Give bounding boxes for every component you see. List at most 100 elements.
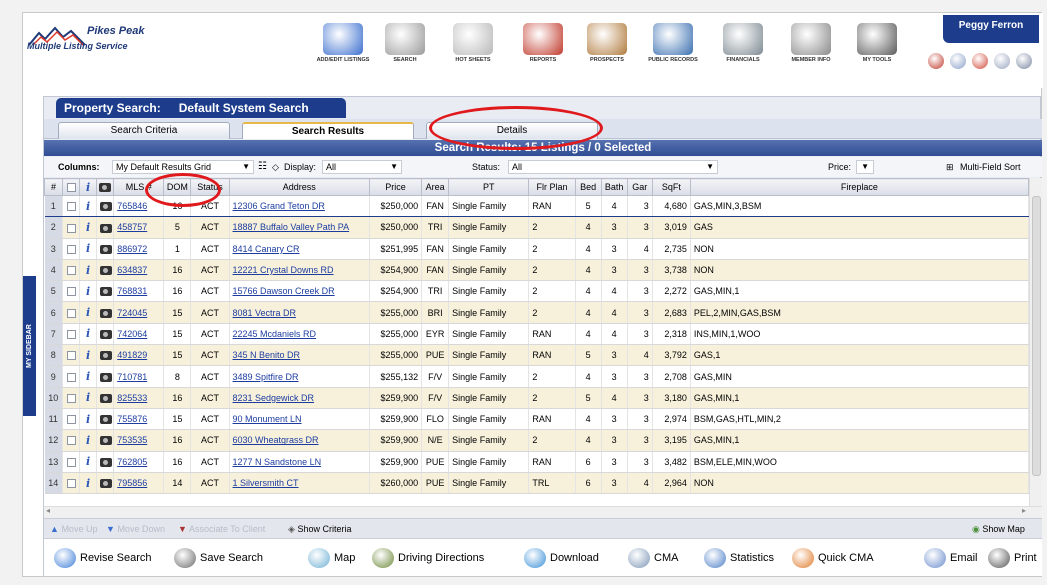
address-link[interactable]: 22245 Mcdaniels RD bbox=[233, 329, 317, 339]
mls-number-link[interactable]: 710781 bbox=[117, 372, 147, 382]
address-link[interactable]: 8231 Sedgewick DR bbox=[233, 393, 315, 403]
row-checkbox[interactable] bbox=[66, 415, 76, 425]
column-header[interactable] bbox=[96, 178, 115, 196]
row-checkbox[interactable] bbox=[66, 329, 76, 339]
address-link[interactable]: 345 N Benito DR bbox=[233, 350, 301, 360]
info-icon[interactable]: i bbox=[83, 328, 93, 339]
camera-icon[interactable] bbox=[100, 479, 113, 489]
row-checkbox[interactable] bbox=[66, 372, 76, 382]
row-checkbox[interactable] bbox=[66, 351, 76, 361]
mls-number-link[interactable]: 886972 bbox=[117, 244, 147, 254]
mls-number-link[interactable]: 765846 bbox=[117, 201, 147, 211]
mls-number-link[interactable]: 458757 bbox=[117, 222, 147, 232]
address-link[interactable]: 8081 Vectra DR bbox=[233, 308, 297, 318]
mls-number-link-cell[interactable]: 762805 bbox=[113, 451, 165, 473]
columns-select[interactable]: My Default Results Grid ▼ bbox=[112, 160, 254, 174]
mls-number-link-cell[interactable]: 458757 bbox=[113, 216, 165, 239]
mls-number-link[interactable]: 768831 bbox=[117, 286, 147, 296]
select-all-checkbox[interactable] bbox=[66, 183, 76, 193]
camera-icon[interactable] bbox=[100, 372, 113, 382]
camera-icon[interactable] bbox=[100, 244, 113, 254]
mls-number-link-cell[interactable]: 768831 bbox=[113, 280, 165, 303]
address-link[interactable]: 1277 N Sandstone LN bbox=[233, 457, 322, 467]
address-link[interactable]: 1 Silversmith CT bbox=[233, 478, 299, 488]
mls-number-link[interactable]: 724045 bbox=[117, 308, 147, 318]
address-link-cell[interactable]: 90 Monument LN bbox=[229, 408, 370, 431]
row-checkbox[interactable] bbox=[66, 266, 76, 276]
menu-icon[interactable] bbox=[1016, 53, 1032, 69]
show-map-button[interactable]: ◉ Show Map bbox=[972, 519, 1025, 539]
nav-button-4[interactable]: PROSPECTS bbox=[577, 23, 637, 63]
statistics-button[interactable]: Statistics bbox=[704, 539, 774, 577]
mls-number-link[interactable]: 753535 bbox=[117, 435, 147, 445]
address-link[interactable]: 90 Monument LN bbox=[233, 414, 302, 424]
money-icon[interactable] bbox=[928, 53, 944, 69]
show-criteria-button[interactable]: ◈ Show Criteria bbox=[288, 519, 351, 539]
table-row[interactable]: 8 i 491829 15 ACT 345 N Benito DR $255,000 PUE S… bbox=[44, 344, 1030, 367]
camera-icon[interactable] bbox=[100, 329, 113, 339]
table-row[interactable]: 2 i 458757 5 ACT 18887 Buffalo Valley Path PA… bbox=[44, 216, 1030, 239]
mls-number-link-cell[interactable]: 724045 bbox=[113, 301, 165, 324]
mls-number-link-cell[interactable]: 634837 bbox=[113, 259, 165, 282]
address-link-cell[interactable]: 3489 Spitfire DR bbox=[229, 365, 370, 388]
download-button[interactable]: Download bbox=[524, 539, 599, 577]
email-button[interactable]: Email bbox=[924, 539, 978, 577]
address-link-cell[interactable]: 18887 Buffalo Valley Path PA bbox=[229, 216, 370, 239]
table-row[interactable]: 4 i 634837 16 ACT 12221 Crystal Downs RD $254,… bbox=[44, 259, 1030, 282]
column-header[interactable]: Gar bbox=[626, 178, 653, 196]
move-down-button[interactable]: ▼ Move Down bbox=[106, 519, 165, 539]
row-checkbox[interactable] bbox=[66, 457, 76, 467]
nav-button-1[interactable]: SEARCH bbox=[375, 23, 435, 63]
info-icon[interactable]: i bbox=[83, 265, 93, 276]
nav-button-2[interactable]: HOT SHEETS bbox=[443, 23, 503, 63]
nav-button-7[interactable]: MEMBER INFO bbox=[781, 23, 841, 63]
envelope-icon[interactable] bbox=[950, 53, 966, 69]
table-row[interactable]: 10 i 825533 16 ACT 8231 Sedgewick DR $259,900 F… bbox=[44, 387, 1030, 409]
multi-sort-plus-icon[interactable]: ⊞ bbox=[946, 157, 954, 177]
column-header[interactable]: # bbox=[44, 178, 64, 196]
mls-number-link[interactable]: 825533 bbox=[117, 393, 147, 403]
camera-icon[interactable] bbox=[100, 351, 113, 361]
quick-cma-button[interactable]: Quick CMA bbox=[792, 539, 874, 577]
camera-icon[interactable] bbox=[100, 287, 113, 297]
address-link[interactable]: 12306 Grand Teton DR bbox=[233, 201, 325, 211]
address-link-cell[interactable]: 22245 Mcdaniels RD bbox=[229, 323, 370, 346]
table-row[interactable]: 9 i 710781 8 ACT 3489 Spitfire DR $255,132 F/V S… bbox=[44, 365, 1030, 388]
move-up-button[interactable]: ▲ Move Up bbox=[50, 519, 97, 539]
address-link-cell[interactable]: 12306 Grand Teton DR bbox=[229, 194, 370, 218]
info-icon[interactable]: i bbox=[83, 456, 93, 467]
column-header[interactable]: PT bbox=[448, 178, 530, 196]
pin-icon[interactable] bbox=[972, 53, 988, 69]
row-checkbox[interactable] bbox=[66, 287, 76, 297]
mls-number-link-cell[interactable]: 795856 bbox=[113, 472, 165, 495]
camera-icon[interactable] bbox=[100, 308, 113, 318]
column-header[interactable]: Area bbox=[421, 178, 450, 196]
column-header[interactable]: Price bbox=[368, 178, 423, 196]
address-link-cell[interactable]: 1277 N Sandstone LN bbox=[229, 451, 370, 473]
camera-icon[interactable] bbox=[100, 436, 113, 446]
table-row[interactable]: 12 i 753535 16 ACT 6030 Wheatgrass DR $259,900… bbox=[44, 429, 1030, 452]
mls-number-link[interactable]: 755876 bbox=[117, 414, 147, 424]
info-icon[interactable]: i bbox=[83, 371, 93, 382]
address-link-cell[interactable]: 1 Silversmith CT bbox=[229, 472, 370, 495]
row-checkbox[interactable] bbox=[66, 436, 76, 446]
camera-icon[interactable] bbox=[100, 266, 113, 276]
row-checkbox[interactable] bbox=[66, 244, 76, 254]
nav-button-5[interactable]: PUBLIC RECORDS bbox=[643, 23, 703, 63]
address-link-cell[interactable]: 8414 Canary CR bbox=[229, 238, 370, 260]
address-link-cell[interactable]: 12221 Crystal Downs RD bbox=[229, 259, 370, 282]
mls-number-link-cell[interactable]: 742064 bbox=[113, 323, 165, 346]
info-icon[interactable]: i bbox=[83, 350, 93, 361]
print-button[interactable]: Print bbox=[988, 539, 1037, 577]
column-header[interactable]: Bed bbox=[574, 178, 602, 196]
column-header[interactable]: Address bbox=[228, 178, 370, 196]
row-checkbox[interactable] bbox=[66, 308, 76, 318]
associate-client-button[interactable]: ▼ Associate To Client bbox=[178, 519, 265, 539]
mls-number-link-cell[interactable]: 886972 bbox=[113, 238, 165, 260]
table-row[interactable]: 3 i 886972 1 ACT 8414 Canary CR $251,995 FAN Sin… bbox=[44, 238, 1030, 260]
mls-number-link[interactable]: 491829 bbox=[117, 350, 147, 360]
grid-settings-icon[interactable]: ☷ bbox=[258, 157, 267, 177]
info-icon[interactable]: i bbox=[83, 286, 93, 297]
info-icon[interactable]: i bbox=[83, 392, 93, 403]
settings-icon[interactable] bbox=[994, 53, 1010, 69]
